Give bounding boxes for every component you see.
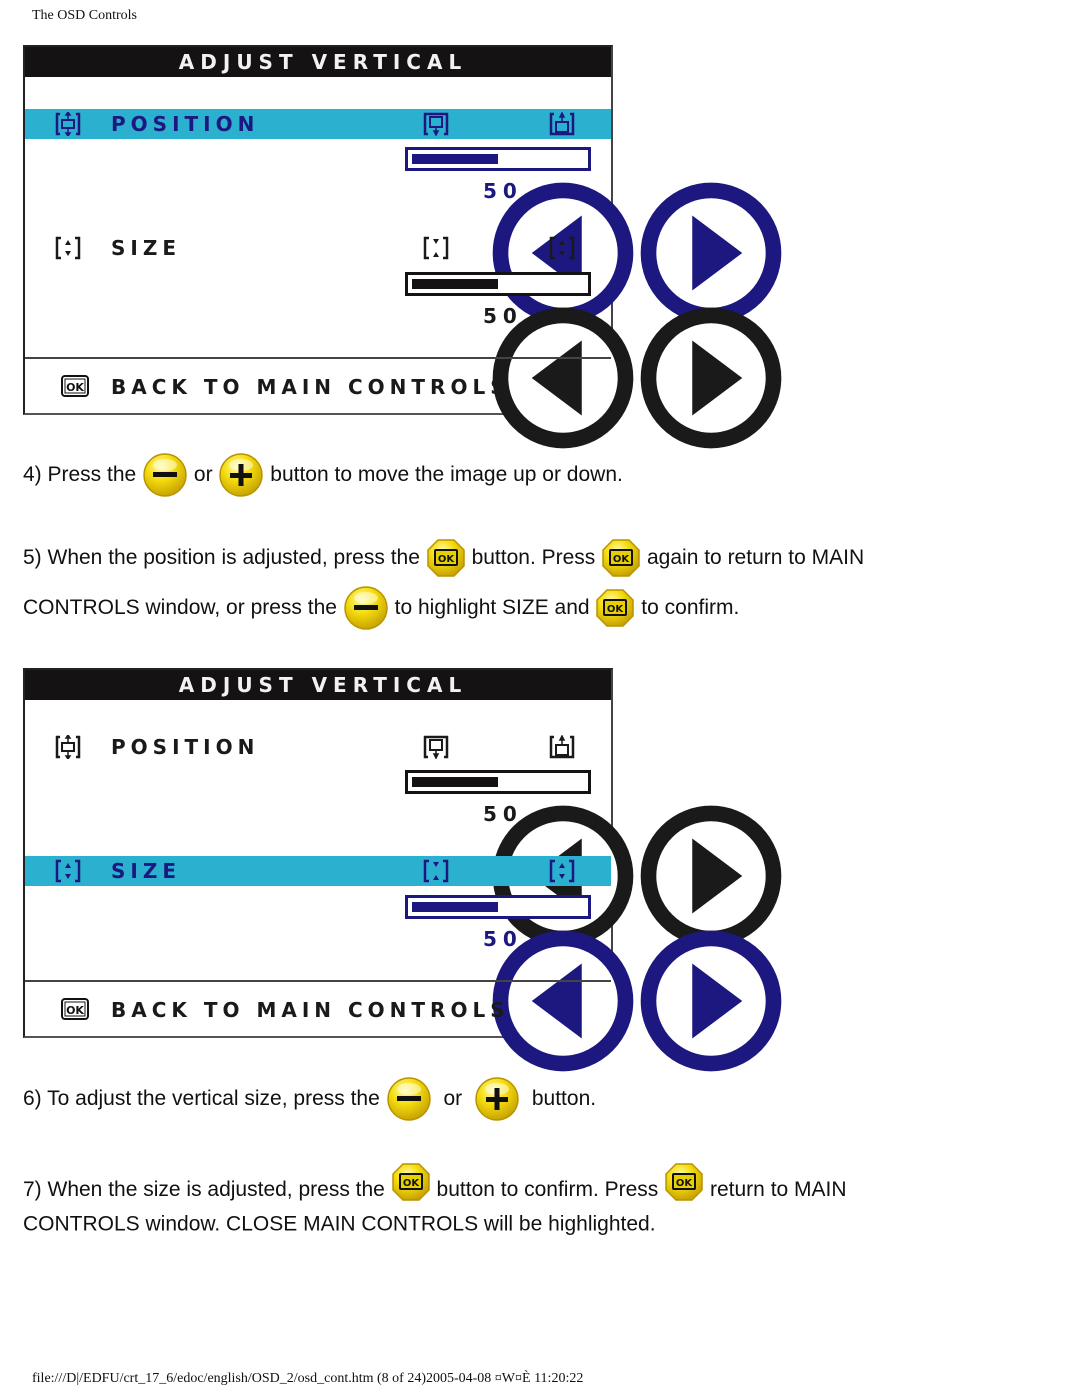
osd-row-label: POSITION	[111, 735, 260, 759]
back-to-main-controls-label: BACK TO MAIN CONTROLS	[111, 998, 510, 1022]
vertical-position-icon	[55, 735, 81, 759]
step-text: again to return to MAIN	[647, 546, 865, 569]
back-to-main-controls-item[interactable]: BACK TO MAIN CONTROLS	[25, 359, 611, 415]
step-text: button.	[531, 1087, 597, 1110]
size-slider[interactable]	[405, 895, 591, 919]
step-text: to highlight SIZE and	[394, 596, 590, 619]
step-5-line-1: 5) When the position is adjusted, press …	[23, 538, 864, 578]
step-text: 7) When the size is adjusted, press the	[23, 1178, 385, 1201]
size-value-control: 50	[411, 303, 591, 329]
ok-icon	[61, 375, 89, 397]
step-text: 4) Press the	[23, 463, 137, 486]
vertical-position-icon	[55, 112, 81, 136]
osd-row-label: POSITION	[111, 112, 260, 136]
decrease-arrow-icon[interactable]	[413, 801, 437, 825]
page-footer-path: file:///D|/EDFU/crt_17_6/edoc/english/OS…	[32, 1371, 584, 1386]
osd-row-size[interactable]: SIZE	[25, 856, 611, 886]
size-shrink-icon	[423, 859, 449, 883]
step-text: CONTROLS window, or press the	[23, 596, 337, 619]
step-4: 4) Press the or button to move the image…	[23, 452, 623, 498]
ok-button-icon	[595, 588, 635, 628]
step-text: CONTROLS window. CLOSE MAIN CONTROLS wil…	[23, 1212, 656, 1236]
size-slider[interactable]	[405, 272, 591, 296]
step-text: button. Press	[471, 546, 596, 569]
osd-panel-size-highlighted: ADJUST VERTICAL POSITION 50 SIZE 50 BACK…	[23, 668, 613, 1038]
size-slider-fill	[412, 902, 498, 912]
ok-button-icon	[426, 538, 466, 578]
position-up-icon	[549, 112, 575, 136]
decrease-arrow-icon[interactable]	[413, 303, 437, 327]
position-value-control: 50	[411, 801, 591, 827]
decrease-arrow-icon[interactable]	[413, 926, 437, 950]
increase-arrow-icon[interactable]	[561, 801, 585, 825]
position-value-control: 50	[411, 178, 591, 204]
step-text: 6) To adjust the vertical size, press th…	[23, 1087, 380, 1110]
position-slider[interactable]	[405, 770, 591, 794]
increase-arrow-icon[interactable]	[561, 303, 585, 327]
osd-title: ADJUST VERTICAL	[25, 670, 611, 700]
step-text: 5) When the position is adjusted, press …	[23, 546, 420, 569]
minus-button-icon	[142, 452, 188, 498]
step-text: or	[443, 1087, 463, 1110]
position-slider-fill	[412, 777, 498, 787]
decrease-arrow-icon[interactable]	[413, 178, 437, 202]
step-text: button to move the image up or down.	[270, 463, 623, 486]
position-down-icon	[423, 735, 449, 759]
back-to-main-controls-label: BACK TO MAIN CONTROLS	[111, 375, 510, 399]
osd-panel-position-highlighted: ADJUST VERTICAL POSITION 50 SIZE 50 BACK…	[23, 45, 613, 415]
osd-row-position[interactable]: POSITION	[25, 109, 611, 139]
step-text: return to MAIN	[710, 1178, 847, 1201]
size-expand-icon	[549, 236, 575, 260]
step-text: or	[193, 463, 213, 486]
size-value: 50	[483, 304, 523, 328]
size-shrink-icon	[423, 236, 449, 260]
size-value-control: 50	[411, 926, 591, 952]
ok-button-icon	[601, 538, 641, 578]
size-slider-fill	[412, 279, 498, 289]
position-value: 50	[483, 179, 523, 203]
ok-button-icon	[664, 1162, 704, 1202]
vertical-size-icon	[55, 236, 81, 260]
step-7-line-2: CONTROLS window. CLOSE MAIN CONTROLS wil…	[23, 1212, 656, 1236]
position-value: 50	[483, 802, 523, 826]
position-slider[interactable]	[405, 147, 591, 171]
step-text: button to confirm. Press	[436, 1178, 659, 1201]
step-7-line-1: 7) When the size is adjusted, press the …	[23, 1162, 847, 1202]
minus-button-icon	[386, 1076, 432, 1122]
increase-arrow-icon[interactable]	[561, 926, 585, 950]
osd-title: ADJUST VERTICAL	[25, 47, 611, 77]
position-down-icon	[423, 112, 449, 136]
minus-button-icon	[343, 585, 389, 631]
size-value: 50	[483, 927, 523, 951]
increase-arrow-icon[interactable]	[561, 178, 585, 202]
osd-row-label: SIZE	[111, 236, 182, 260]
page-header-title: The OSD Controls	[32, 8, 137, 23]
step-6: 6) To adjust the vertical size, press th…	[23, 1076, 596, 1122]
osd-row-label: SIZE	[111, 859, 182, 883]
size-expand-icon	[549, 859, 575, 883]
position-slider-fill	[412, 154, 498, 164]
ok-button-icon	[391, 1162, 431, 1202]
osd-row-size[interactable]: SIZE	[25, 233, 611, 263]
step-text: to confirm.	[641, 596, 740, 619]
vertical-size-icon	[55, 859, 81, 883]
back-to-main-controls-item[interactable]: BACK TO MAIN CONTROLS	[25, 982, 611, 1038]
plus-button-icon	[474, 1076, 520, 1122]
ok-icon	[61, 998, 89, 1020]
osd-row-position[interactable]: POSITION	[25, 732, 611, 762]
step-5-line-2: CONTROLS window, or press the to highlig…	[23, 585, 739, 631]
position-up-icon	[549, 735, 575, 759]
plus-button-icon	[218, 452, 264, 498]
